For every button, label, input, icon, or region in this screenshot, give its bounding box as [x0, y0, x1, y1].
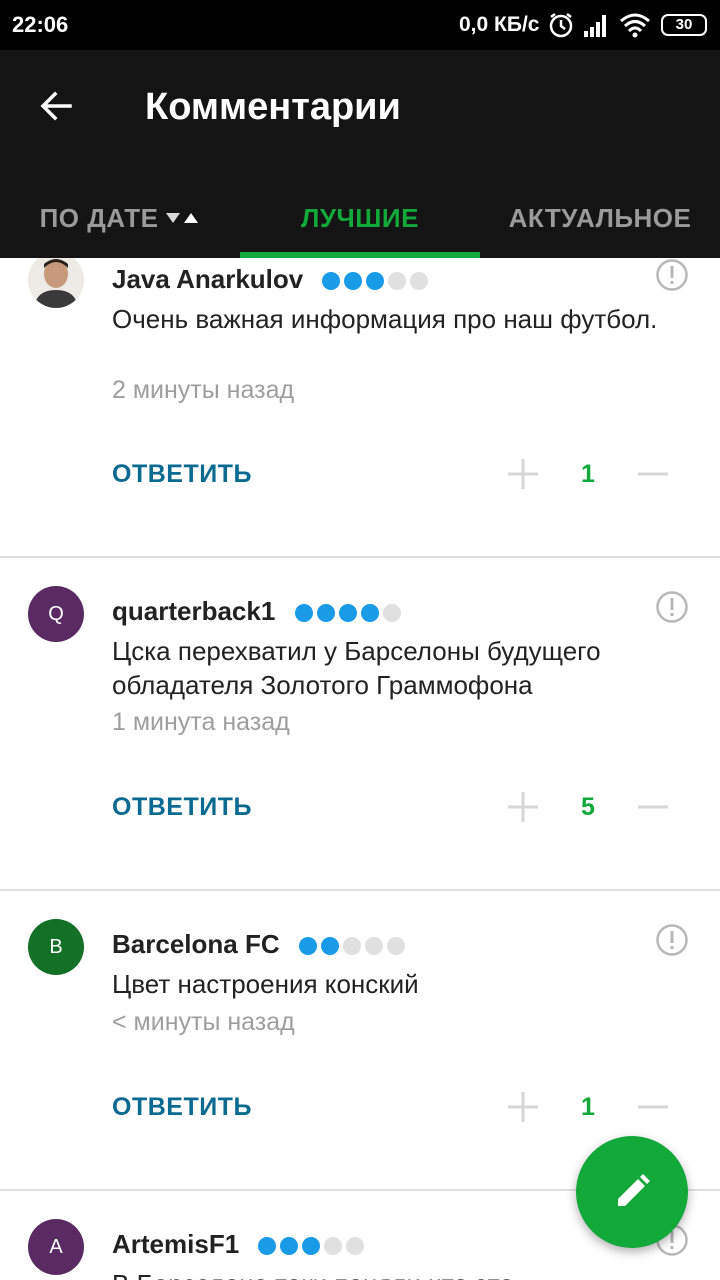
tab-label: ЛУЧШИЕ	[301, 202, 419, 233]
status-network-speed: 0,0 КБ/с	[459, 13, 540, 36]
report-icon[interactable]	[655, 923, 689, 957]
signal-icon	[584, 15, 606, 37]
report-icon[interactable]	[655, 590, 689, 624]
tab-by-date[interactable]: ПО ДАТЕ	[0, 178, 240, 258]
username-text: ArtemisF1	[112, 1229, 240, 1259]
minus-icon[interactable]	[636, 457, 670, 491]
user-photo-icon	[28, 258, 84, 308]
minus-icon[interactable]	[636, 1090, 670, 1124]
comment-item: Q quarterback1 Цска перехватил у Барсело…	[0, 558, 720, 890]
rating-dot	[410, 272, 429, 291]
avatar[interactable]: Q	[28, 586, 84, 642]
reply-button[interactable]: ОТВЕТИТЬ	[112, 793, 252, 822]
tab-best[interactable]: ЛУЧШИЕ	[240, 178, 480, 258]
comment-text: В Барселоне таки поняли что это	[112, 1267, 672, 1280]
avatar[interactable]: A	[28, 1219, 84, 1275]
rating-dots	[322, 272, 432, 291]
vote-count: 5	[581, 793, 595, 821]
comment-text: Очень важная информация про наш футбол.	[112, 304, 658, 334]
rating-dots	[294, 604, 405, 623]
plus-icon[interactable]	[506, 790, 540, 824]
comment-item: Java Anarkulov Очень важная информация п…	[0, 258, 720, 558]
comment-time: 1 минута назад	[112, 708, 290, 736]
minus-icon[interactable]	[636, 790, 670, 824]
wifi-icon	[620, 13, 650, 38]
rating-dot	[346, 1237, 365, 1256]
arrow-back-icon	[40, 91, 72, 121]
tab-actual[interactable]: АКТУАЛЬНОЕ	[480, 178, 720, 258]
plus-icon[interactable]	[506, 1090, 540, 1124]
username-text: quarterback1	[112, 596, 276, 626]
rating-dot	[342, 937, 361, 956]
comment-text: Цска перехватил у Барселоны будущего обл…	[112, 636, 601, 700]
rating-dot	[364, 937, 383, 956]
rating-dots	[298, 937, 409, 956]
rating-dot	[344, 272, 363, 291]
avatar-letter: Q	[48, 602, 64, 625]
rating-dot	[366, 272, 385, 291]
comment-time: 2 минуты назад	[112, 376, 295, 404]
rating-dot	[294, 604, 313, 623]
comment-username[interactable]: quarterback1	[112, 596, 405, 627]
tab-label: АКТУАЛЬНОЕ	[508, 202, 692, 233]
avatar[interactable]	[28, 258, 84, 308]
avatar[interactable]: B	[28, 919, 84, 975]
rating-dot	[298, 937, 317, 956]
rating-dot	[386, 937, 405, 956]
rating-dot	[316, 604, 335, 623]
rating-dot	[388, 272, 407, 291]
back-button[interactable]	[28, 78, 84, 134]
rating-dots	[258, 1237, 368, 1256]
rating-dot	[338, 604, 357, 623]
comment-username[interactable]: ArtemisF1	[112, 1229, 368, 1260]
comment-username[interactable]: Java Anarkulov	[112, 264, 432, 295]
app-bar: Комментарии ПО ДАТЕ ЛУЧШИЕ АКТУАЛЬНОЕ	[0, 50, 720, 258]
status-time: 22:06	[12, 12, 69, 37]
vote-count: 1	[581, 1093, 595, 1121]
rating-dot	[280, 1237, 299, 1256]
battery-level: 30	[675, 16, 693, 33]
rating-dot	[324, 1237, 343, 1256]
comment-time: < минуты назад	[112, 1008, 295, 1036]
vote-count: 1	[581, 460, 595, 488]
page-title: Комментарии	[145, 86, 401, 128]
comment-username[interactable]: Barcelona FC	[112, 929, 409, 960]
comment-text: Цвет настроения конский	[112, 969, 419, 999]
avatar-letter: B	[49, 935, 63, 958]
rating-dot	[382, 604, 401, 623]
pencil-icon	[618, 1174, 650, 1206]
tab-bar: ПО ДАТЕ ЛУЧШИЕ АКТУАЛЬНОЕ	[0, 178, 720, 258]
rating-dot	[258, 1237, 277, 1256]
tab-label: ПО ДАТЕ	[39, 202, 159, 233]
comment-list[interactable]: Java Anarkulov Очень важная информация п…	[0, 258, 720, 1280]
alarm-icon	[549, 13, 573, 38]
status-bar: 22:06 0,0 КБ/с 30	[0, 0, 720, 50]
plus-icon[interactable]	[506, 457, 540, 491]
username-text: Java Anarkulov	[112, 264, 304, 294]
avatar-letter: A	[49, 1235, 63, 1258]
reply-button[interactable]: ОТВЕТИТЬ	[112, 460, 252, 489]
rating-dot	[360, 604, 379, 623]
rating-dot	[322, 272, 341, 291]
reply-button[interactable]: ОТВЕТИТЬ	[112, 1093, 252, 1122]
username-text: Barcelona FC	[112, 929, 280, 959]
sort-arrows-icon	[166, 210, 200, 226]
report-icon[interactable]	[655, 258, 689, 292]
write-comment-button[interactable]	[576, 1136, 688, 1248]
battery-indicator: 30	[661, 14, 707, 36]
rating-dot	[320, 937, 339, 956]
rating-dot	[302, 1237, 321, 1256]
